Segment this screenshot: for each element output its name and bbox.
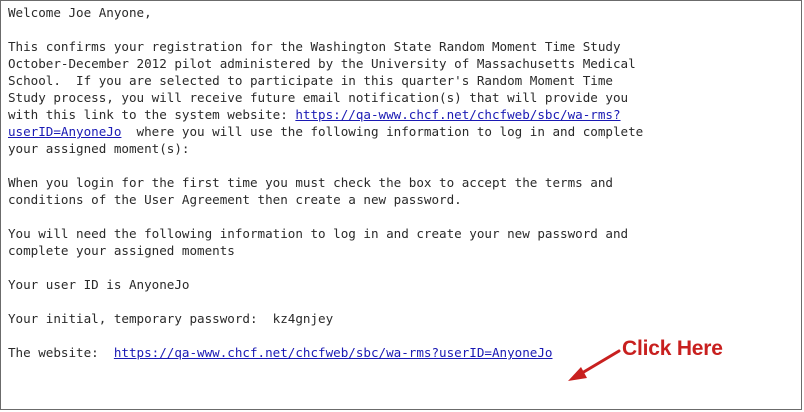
arrow-icon — [568, 349, 621, 381]
email-body: Welcome Joe Anyone, This confirms your r… — [0, 0, 802, 410]
